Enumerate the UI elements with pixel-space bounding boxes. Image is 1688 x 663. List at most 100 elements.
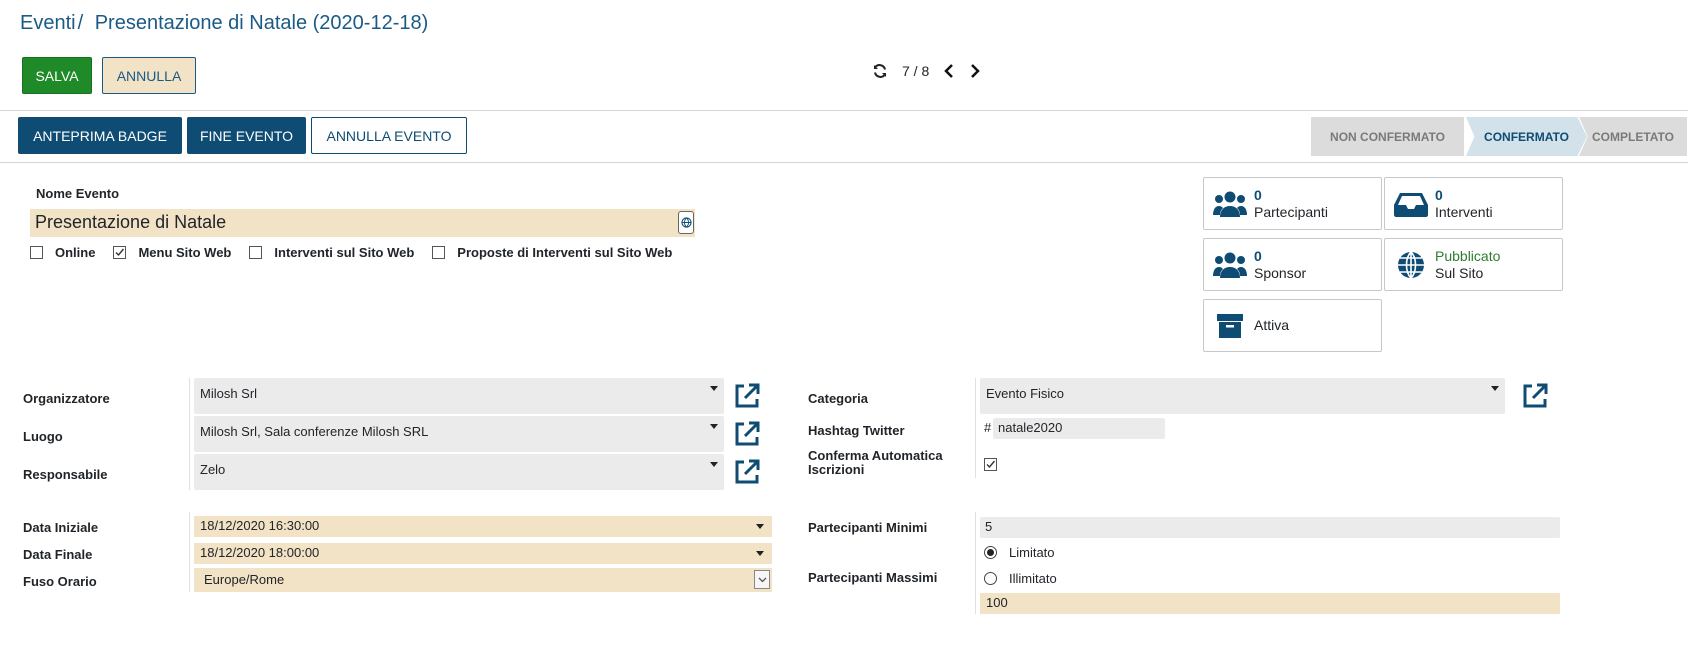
field-divider [975,512,976,614]
luogo-value: Milosh Srl, Sala conferenze Milosh SRL [200,424,429,439]
proposte-interventi-checkbox[interactable] [432,246,446,259]
data-iniziale-value: 18/12/2020 16:30:00 [200,518,320,533]
breadcrumb-parent-link[interactable]: Eventi [20,12,76,34]
status-confermato[interactable]: CONFERMATO [1466,117,1587,156]
online-label: Online [55,245,96,260]
publish-status-line1: Pubblicato [1435,247,1501,264]
action-divider [0,162,1688,163]
caret-down-icon [710,424,718,429]
responsabile-select[interactable]: Zelo [194,454,724,490]
conferma-label: Conferma Automatica Iscrizioni [808,449,943,477]
radio-illimitato[interactable] [984,572,997,585]
luogo-select[interactable]: Milosh Srl, Sala conferenze Milosh SRL [194,416,724,452]
cancel-button[interactable]: ANNULLA [102,57,196,94]
responsabile-value: Zelo [200,462,226,477]
caret-down-icon [1491,386,1499,391]
partecipanti-stat-button[interactable]: 0 Partecipanti [1203,177,1382,230]
hashtag-input[interactable]: natale2020 [993,418,1165,439]
active-status-label: Attiva [1254,317,1290,333]
website-options: Online Menu Sito Web Interventi sul Sito… [30,245,690,260]
data-iniziale-label: Data Iniziale [23,520,99,535]
pager-value[interactable]: 7 / 8 [902,63,929,79]
radio-limitato[interactable] [984,546,997,559]
partecipanti-label: Partecipanti [1254,203,1328,220]
categoria-label: Categoria [808,391,868,406]
status-non-confermato[interactable]: NON CONFERMATO [1311,117,1464,156]
fuso-orario-label: Fuso Orario [23,574,97,589]
responsabile-label: Responsabile [23,467,108,482]
fuso-orario-select[interactable]: Europe/Rome [194,568,772,592]
record-pager: 7 / 8 [872,63,981,79]
cancel-event-button[interactable]: ANNULLA EVENTO [311,117,467,154]
event-name-label: Nome Evento [36,186,120,201]
field-divider [975,378,976,478]
data-finale-value: 18/12/2020 18:00:00 [200,545,320,560]
menu-sito-web-checkbox[interactable] [113,246,127,259]
conferma-label-line1: Conferma Automatica [808,448,943,463]
external-link-icon[interactable] [733,420,761,448]
organizzatore-value: Milosh Srl [200,386,258,401]
radio-illimitato-label: Illimitato [1009,571,1057,586]
publish-toggle-button[interactable]: Pubblicato Sul Sito [1384,238,1563,291]
refresh-icon[interactable] [872,63,888,79]
external-link-icon[interactable] [1521,382,1549,410]
archive-icon [1212,312,1248,340]
partecipanti-minimi-input[interactable]: 5 [980,517,1560,538]
partecipanti-massimi-label: Partecipanti Massimi [808,570,938,585]
interventi-stat-button[interactable]: 0 Interventi [1384,177,1563,230]
interventi-sito-web-checkbox[interactable] [249,246,263,259]
fuso-orario-value: Europe/Rome [204,572,285,587]
chevron-right-icon[interactable] [969,63,981,79]
sponsor-label: Sponsor [1254,264,1307,281]
hashtag-label: Hashtag Twitter [808,423,905,438]
conferma-automatica-checkbox[interactable] [984,458,997,471]
chevron-down-icon[interactable] [754,570,770,589]
conferma-label-line2: Iscrizioni [808,462,865,477]
sponsor-stat-button[interactable]: 0 Sponsor [1203,238,1382,291]
status-completato[interactable]: COMPLETATO [1579,117,1687,156]
save-button[interactable]: SALVA [22,57,92,94]
external-link-icon[interactable] [733,382,761,410]
radio-limitato-label: Limitato [1009,545,1055,560]
partecipanti-massimi-input[interactable]: 100 [980,593,1560,614]
partecipanti-minimi-label: Partecipanti Minimi [808,520,928,535]
users-icon [1212,190,1248,218]
data-iniziale-picker[interactable]: 18/12/2020 16:30:00 [194,516,772,537]
external-link-icon[interactable] [733,458,761,486]
categoria-select[interactable]: Evento Fisico [980,378,1505,414]
chevron-left-icon[interactable] [943,63,955,79]
online-checkbox[interactable] [30,246,43,259]
organizzatore-select[interactable]: Milosh Srl [194,378,724,414]
data-finale-picker[interactable]: 18/12/2020 18:00:00 [194,543,772,564]
interventi-count: 0 [1435,186,1443,203]
globe-icon [1393,250,1429,280]
preview-badge-button[interactable]: ANTEPRIMA BADGE [18,117,182,154]
caret-down-icon [710,462,718,467]
caret-down-icon [710,386,718,391]
breadcrumb-current: Presentazione di Natale (2020-12-18) [94,12,429,34]
breadcrumb-separator: / [77,12,84,34]
breadcrumb: Eventi / Presentazione di Natale (2020-12… [20,12,428,35]
inbox-icon [1393,191,1429,217]
end-event-button[interactable]: FINE EVENTO [187,117,306,154]
caret-down-icon [756,551,764,556]
partecipanti-count: 0 [1254,186,1262,203]
organizzatore-label: Organizzatore [23,391,110,406]
translate-globe-icon[interactable] [678,211,694,234]
proposte-interventi-label: Proposte di Interventi sul Sito Web [457,245,673,260]
luogo-label: Luogo [23,429,63,444]
users-icon [1212,251,1248,279]
radio-illimitato-row[interactable]: Illimitato [984,571,1057,586]
sponsor-count: 0 [1254,247,1262,264]
field-divider [189,378,190,490]
interventi-label: Interventi [1435,203,1493,220]
interventi-sito-web-label: Interventi sul Sito Web [274,245,415,260]
event-name-field[interactable]: Presentazione di Natale [30,209,695,237]
radio-limitato-row[interactable]: Limitato [984,545,1055,560]
field-divider [189,512,190,592]
active-toggle-button[interactable]: Attiva [1203,299,1382,352]
caret-down-icon [756,524,764,529]
data-finale-label: Data Finale [23,547,93,562]
categoria-value: Evento Fisico [986,386,1065,401]
hashtag-prefix: # [984,420,992,435]
